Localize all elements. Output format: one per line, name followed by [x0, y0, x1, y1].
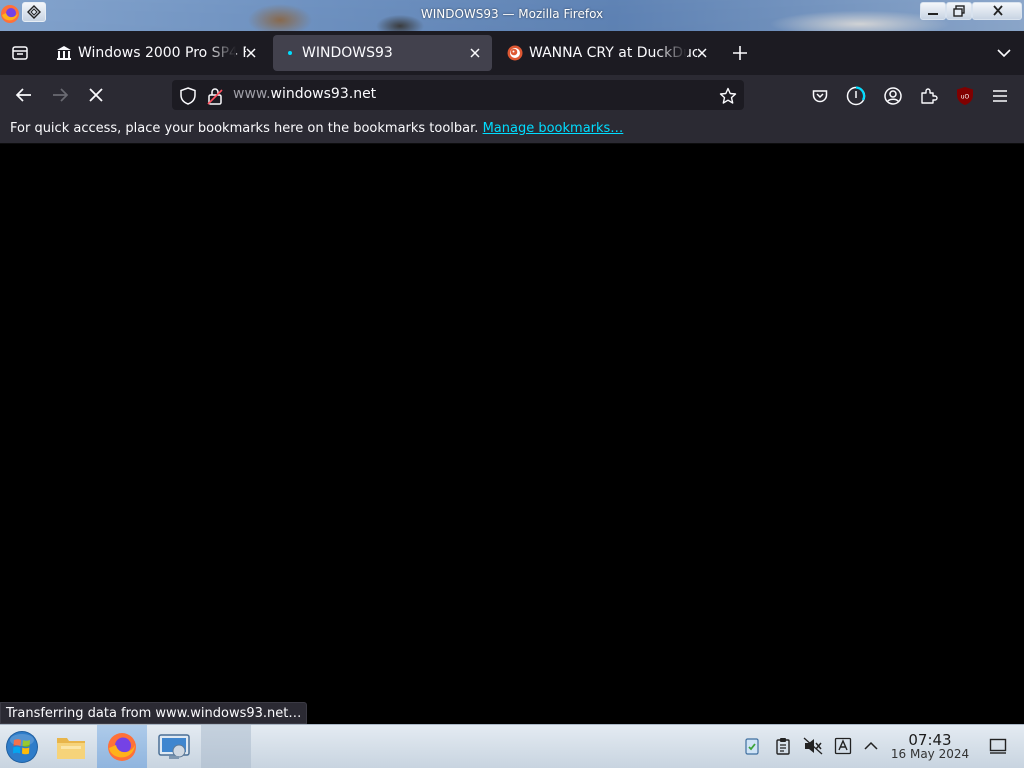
- bank-icon: [57, 46, 71, 60]
- tray-network-item[interactable]: [742, 736, 762, 756]
- tray-input-method-item[interactable]: [833, 736, 853, 756]
- status-panel: Transferring data from www.windows93.net…: [0, 702, 308, 724]
- restore-icon: [953, 5, 965, 17]
- svg-text:uO: uO: [961, 94, 970, 101]
- bookmark-star-button[interactable]: [714, 82, 742, 110]
- url-text[interactable]: www.windows93.net: [233, 86, 376, 102]
- firefox-view-icon: [12, 46, 28, 60]
- new-tab-button[interactable]: [725, 37, 755, 69]
- tab-windows93[interactable]: WINDOWS93: [273, 35, 492, 71]
- chevron-down-icon: [997, 49, 1011, 58]
- close-window-button[interactable]: [972, 2, 1022, 20]
- pocket-icon: [812, 90, 828, 103]
- forward-button[interactable]: [46, 81, 74, 109]
- taskbar-remote-desktop[interactable]: [150, 725, 198, 768]
- tab-label: WINDOWS93: [302, 45, 393, 61]
- taskbar-empty-slot[interactable]: [201, 725, 251, 768]
- puzzle-icon: [921, 88, 938, 104]
- insecure-lock-icon: [207, 88, 223, 105]
- tab-windows2000[interactable]: Windows 2000 Pro SP4 Fi: [46, 35, 268, 71]
- tab-duckduckgo[interactable]: WANNA CRY at DuckDuck: [497, 35, 719, 71]
- minimize-icon: [928, 13, 938, 15]
- close-icon: [697, 48, 707, 58]
- stop-loading-button[interactable]: [82, 81, 110, 109]
- folder-icon: [57, 738, 85, 759]
- manage-bookmarks-link[interactable]: Manage bookmarks…: [483, 121, 624, 136]
- close-icon: [470, 48, 480, 58]
- window-titlebar[interactable]: WINDOWS93 — Mozilla Firefox: [0, 0, 1024, 31]
- url-prefix: www.: [233, 86, 271, 102]
- maximize-button[interactable]: [946, 2, 972, 20]
- arrow-left-icon: [15, 88, 31, 102]
- window-title: WINDOWS93 — Mozilla Firefox: [420, 7, 604, 21]
- tab-close-button[interactable]: [242, 44, 260, 62]
- ublock-shield-icon: uO: [957, 87, 973, 105]
- account-button[interactable]: [879, 82, 907, 110]
- chevron-up-icon: [864, 741, 878, 750]
- close-icon: [246, 48, 256, 58]
- arrow-right-icon: [53, 88, 69, 102]
- clock-date[interactable]: 16 May 2024: [884, 747, 976, 761]
- downloads-button[interactable]: [842, 82, 870, 110]
- volume-muted-icon: [803, 737, 823, 755]
- stop-x-icon: [89, 88, 103, 102]
- hamburger-menu-icon: [993, 90, 1007, 102]
- duckduckgo-icon: [507, 45, 523, 61]
- minimize-button[interactable]: [920, 2, 946, 20]
- firefox-view-button[interactable]: [4, 37, 36, 69]
- clipboard-icon: [776, 738, 790, 755]
- keyboard-layout-icon: [834, 737, 852, 755]
- remote-desktop-icon: [158, 734, 190, 759]
- download-progress-icon: [846, 86, 866, 106]
- list-all-tabs-button[interactable]: [990, 37, 1018, 69]
- pocket-button[interactable]: [806, 82, 834, 110]
- close-icon: [993, 5, 1003, 16]
- taskbar-file-explorer[interactable]: [48, 725, 94, 768]
- tracking-protection-button[interactable]: [174, 82, 202, 110]
- loading-dot-icon: [288, 51, 292, 55]
- bookmarks-hint-text: For quick access, place your bookmarks h…: [10, 121, 479, 136]
- ublock-origin-button[interactable]: uO: [951, 82, 979, 110]
- clipboard-check-icon: [745, 738, 759, 755]
- plus-icon: [733, 46, 747, 60]
- star-icon: [719, 87, 737, 104]
- shield-icon: [180, 87, 196, 105]
- show-desktop-icon: [989, 738, 1007, 754]
- app-menu-button[interactable]: [986, 82, 1014, 110]
- tab-fade: [206, 35, 236, 71]
- start-button[interactable]: [0, 725, 44, 768]
- tab-fade: [657, 35, 687, 71]
- bookmarks-message: For quick access, place your bookmarks h…: [10, 121, 623, 136]
- page-content[interactable]: [0, 145, 1024, 724]
- taskbar-firefox[interactable]: [97, 725, 147, 768]
- firefox-icon: [108, 733, 136, 761]
- site-security-button[interactable]: [201, 82, 229, 110]
- tray-volume-item[interactable]: [803, 736, 823, 756]
- desktop-screen: WINDOWS93 — Mozilla Firefox Windows 2000…: [0, 0, 1024, 768]
- back-button[interactable]: [10, 81, 38, 109]
- url-domain: windows93.net: [270, 86, 377, 102]
- show-desktop-button[interactable]: [988, 736, 1008, 756]
- tray-expand-button[interactable]: [861, 736, 881, 756]
- tray-clipboard-item[interactable]: [773, 736, 793, 756]
- tab-close-button[interactable]: [466, 44, 484, 62]
- tab-close-button[interactable]: [693, 44, 711, 62]
- extensions-button[interactable]: [915, 82, 943, 110]
- account-icon: [884, 87, 902, 105]
- windows-start-orb-icon: [6, 731, 38, 763]
